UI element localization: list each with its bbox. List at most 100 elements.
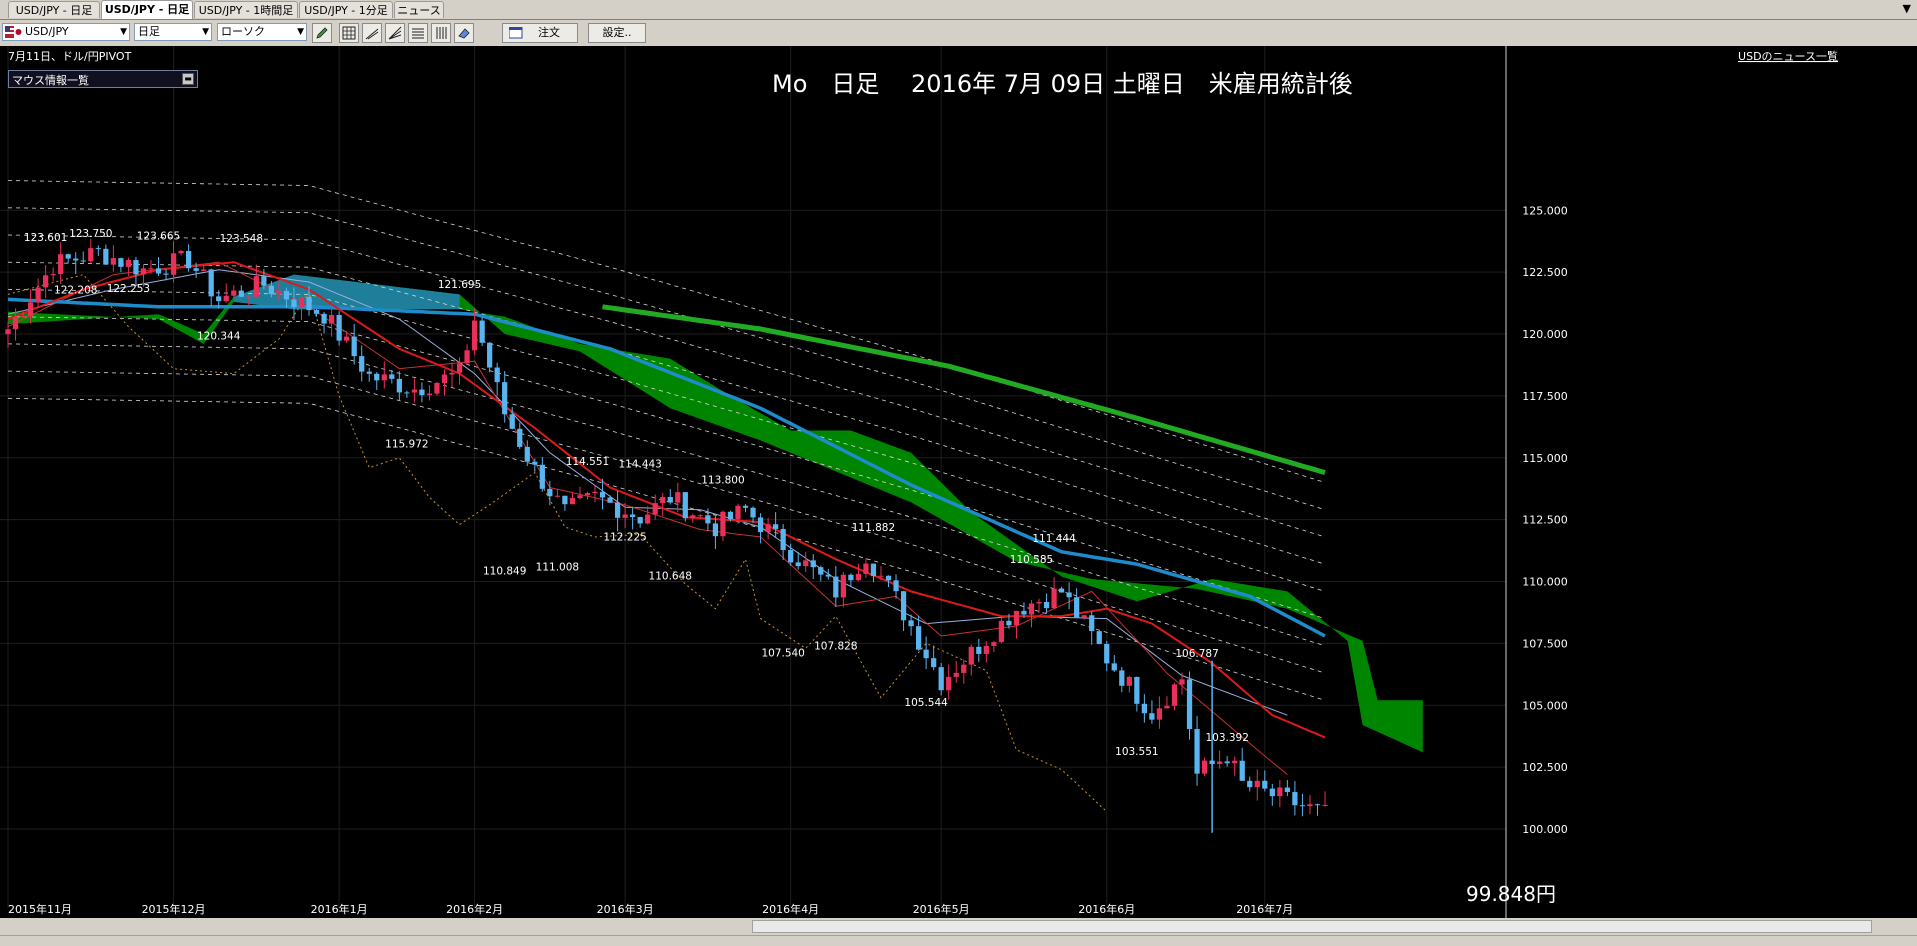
candle-body: [885, 575, 892, 581]
order-button[interactable]: 注文: [502, 23, 578, 43]
x-tick-label: 2016年3月: [597, 902, 654, 916]
timeframe-select[interactable]: 日足 ▼: [134, 23, 212, 41]
candle-body: [396, 378, 402, 393]
candle-body: [5, 329, 11, 335]
price-annotation: 111.444: [1032, 533, 1076, 545]
x-tick-label: 2016年7月: [1236, 902, 1293, 916]
candle-body: [660, 497, 666, 504]
candle-body: [88, 248, 94, 262]
candle-body: [359, 356, 365, 372]
minimize-icon[interactable]: ▬: [182, 73, 194, 85]
y-tick-label: 100.000: [1522, 823, 1568, 836]
y-tick-label: 112.500: [1522, 514, 1568, 527]
candle-body: [487, 342, 493, 368]
candle-body: [58, 254, 64, 275]
candle-body: [336, 315, 342, 341]
price-annotation: 110.648: [649, 570, 692, 582]
candle-body: [1149, 713, 1155, 720]
price-chart[interactable]: 123.601 123.750 123.665 123.548 122.208 122.2…: [0, 46, 1917, 918]
price-annotation: 113.800: [701, 474, 744, 486]
candle-body: [471, 320, 478, 351]
candle-body: [163, 273, 169, 275]
candle-body: [1096, 631, 1102, 644]
candle-body: [283, 290, 290, 300]
x-tick-label: 2016年6月: [1078, 902, 1135, 916]
hlines-tool-button[interactable]: [408, 23, 428, 43]
candle-body: [502, 382, 508, 415]
timeframe-value: 日足: [138, 25, 160, 38]
close-icon[interactable]: ▼: [1903, 2, 1911, 15]
fan-tool-button[interactable]: [385, 23, 405, 43]
candle-body: [991, 642, 997, 646]
candle-body: [449, 372, 455, 375]
price-annotation: 105.544: [904, 697, 948, 709]
candle-body: [750, 507, 756, 518]
candle-body: [968, 646, 974, 665]
candle-body: [238, 290, 244, 297]
tab-usdjpy-daily-1[interactable]: USD/JPY - 日足: [8, 1, 100, 18]
chart-type-select[interactable]: ローソク ▼: [217, 23, 307, 41]
scrollbar-thumb[interactable]: [752, 920, 1872, 933]
trendline-tool-button[interactable]: [362, 23, 382, 43]
candle-body: [208, 269, 214, 297]
price-annotation: 103.551: [1115, 746, 1158, 758]
candle-body: [434, 382, 440, 394]
candle-body: [1051, 588, 1057, 609]
candle-body: [1036, 601, 1042, 604]
candle-body: [366, 371, 372, 374]
candle-body: [1104, 643, 1110, 664]
candle-body: [577, 495, 583, 499]
candle-body: [1006, 620, 1012, 626]
vlines-tool-button[interactable]: [431, 23, 451, 43]
candle-body: [1156, 708, 1163, 720]
price-annotation: 123.750: [69, 228, 112, 240]
candle-body: [539, 464, 545, 489]
pencil-tool-button[interactable]: [312, 23, 332, 43]
candle-body: [389, 374, 395, 379]
eraser-tool-button[interactable]: [454, 23, 474, 43]
candle-body: [1058, 588, 1065, 593]
symbol-select[interactable]: USD/JPY ▼: [2, 23, 130, 41]
price-annotation: 115.972: [385, 439, 428, 451]
y-tick-label: 102.500: [1522, 761, 1568, 774]
tab-news[interactable]: ニュース: [394, 1, 444, 18]
candle-body: [517, 428, 523, 447]
price-annotation: 106.787: [1175, 648, 1218, 660]
mouse-info-label: マウス情報一覧: [12, 74, 89, 87]
candle-body: [931, 658, 937, 668]
candle-body: [306, 296, 312, 311]
y-tick-label: 125.000: [1522, 204, 1568, 217]
candle-body: [1224, 761, 1230, 764]
chevron-down-icon: ▼: [297, 27, 304, 37]
candle-body: [419, 389, 425, 396]
candle-body: [1126, 676, 1132, 686]
candle-body: [630, 514, 636, 518]
grid-tool-button[interactable]: [339, 23, 359, 43]
candle-body: [148, 268, 154, 270]
trendline-icon: [365, 28, 379, 40]
candle-body: [1314, 804, 1321, 806]
x-tick-label: 2016年5月: [913, 902, 970, 916]
candle-body: [185, 250, 192, 269]
settings-button[interactable]: 設定..: [588, 23, 646, 43]
mouse-info-panel[interactable]: マウス情報一覧 ▬: [8, 70, 198, 88]
candle-body: [35, 287, 41, 303]
candle-body: [900, 591, 907, 621]
news-link[interactable]: USDのニュース一覧: [1738, 49, 1838, 63]
order-label: 注文: [538, 26, 560, 39]
candle-body: [765, 524, 771, 533]
price-annotation: 107.540: [761, 647, 804, 659]
tab-usdjpy-minute[interactable]: USD/JPY - 1分足: [299, 1, 393, 18]
candle-body: [1194, 729, 1200, 774]
candle-body: [795, 562, 801, 567]
tab-usdjpy-daily-2[interactable]: USD/JPY - 日足: [101, 0, 193, 19]
candle-body: [855, 573, 862, 581]
tab-usdjpy-hourly[interactable]: USD/JPY - 1時間足: [194, 1, 298, 18]
candle-body: [170, 253, 177, 275]
toolbar: USD/JPY ▼ 日足 ▼ ローソク ▼ 注文 設定..: [0, 20, 1917, 47]
candle-body: [50, 274, 56, 276]
horizontal-scrollbar[interactable]: [0, 918, 1917, 935]
candle-body: [1299, 805, 1306, 807]
candle-body: [178, 250, 184, 254]
candle-body: [1247, 780, 1253, 788]
